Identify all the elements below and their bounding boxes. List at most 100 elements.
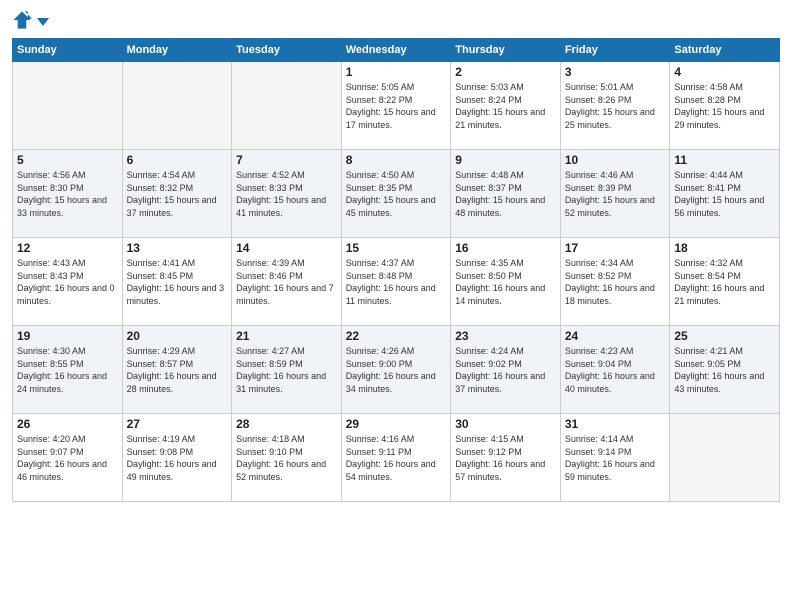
day-info: Sunrise: 4:39 AMSunset: 8:46 PMDaylight:… xyxy=(236,257,337,307)
day-number: 4 xyxy=(674,65,775,79)
calendar-cell: 23 Sunrise: 4:24 AMSunset: 9:02 PMDayligh… xyxy=(451,326,561,414)
day-info: Sunrise: 4:16 AMSunset: 9:11 PMDaylight:… xyxy=(346,433,447,483)
day-info: Sunrise: 4:19 AMSunset: 9:08 PMDaylight:… xyxy=(127,433,228,483)
day-info: Sunrise: 4:54 AMSunset: 8:32 PMDaylight:… xyxy=(127,169,228,219)
day-number: 24 xyxy=(565,329,666,343)
day-info: Sunrise: 4:18 AMSunset: 9:10 PMDaylight:… xyxy=(236,433,337,483)
calendar-cell: 13 Sunrise: 4:41 AMSunset: 8:45 PMDayligh… xyxy=(122,238,232,326)
calendar-cell: 19 Sunrise: 4:30 AMSunset: 8:55 PMDayligh… xyxy=(13,326,123,414)
calendar-cell: 6 Sunrise: 4:54 AMSunset: 8:32 PMDaylight… xyxy=(122,150,232,238)
logo-icon xyxy=(12,10,32,30)
weekday-header-tuesday: Tuesday xyxy=(232,39,342,62)
day-info: Sunrise: 4:14 AMSunset: 9:14 PMDaylight:… xyxy=(565,433,666,483)
day-info: Sunrise: 4:46 AMSunset: 8:39 PMDaylight:… xyxy=(565,169,666,219)
calendar-cell: 4Sunrise: 4:58 AMSunset: 8:28 PMDaylight… xyxy=(670,62,780,150)
day-number: 9 xyxy=(455,153,556,167)
calendar-cell: 14 Sunrise: 4:39 AMSunset: 8:46 PMDayligh… xyxy=(232,238,342,326)
day-number: 25 xyxy=(674,329,775,343)
day-number: 16 xyxy=(455,241,556,255)
weekday-header-row: SundayMondayTuesdayWednesdayThursdayFrid… xyxy=(13,39,780,62)
day-info: Sunrise: 4:34 AMSunset: 8:52 PMDaylight:… xyxy=(565,257,666,307)
weekday-header-thursday: Thursday xyxy=(451,39,561,62)
day-number: 2 xyxy=(455,65,556,79)
day-number: 8 xyxy=(346,153,447,167)
calendar-cell xyxy=(232,62,342,150)
weekday-header-wednesday: Wednesday xyxy=(341,39,451,62)
day-number: 6 xyxy=(127,153,228,167)
day-number: 28 xyxy=(236,417,337,431)
weekday-header-monday: Monday xyxy=(122,39,232,62)
day-number: 26 xyxy=(17,417,118,431)
calendar-cell: 1 Sunrise: 5:05 AMSunset: 8:22 PMDaylight… xyxy=(341,62,451,150)
calendar-cell: 15 Sunrise: 4:37 AMSunset: 8:48 PMDayligh… xyxy=(341,238,451,326)
calendar-cell: 12 Sunrise: 4:43 AMSunset: 8:43 PMDayligh… xyxy=(13,238,123,326)
day-info: Sunrise: 4:41 AMSunset: 8:45 PMDaylight:… xyxy=(127,257,228,307)
day-number: 13 xyxy=(127,241,228,255)
day-number: 14 xyxy=(236,241,337,255)
calendar-cell: 22 Sunrise: 4:26 AMSunset: 9:00 PMDayligh… xyxy=(341,326,451,414)
day-info: Sunrise: 4:27 AMSunset: 8:59 PMDaylight:… xyxy=(236,345,337,395)
day-number: 12 xyxy=(17,241,118,255)
day-number: 31 xyxy=(565,417,666,431)
day-info: Sunrise: 4:44 AMSunset: 8:41 PMDaylight:… xyxy=(674,169,775,219)
day-info: Sunrise: 5:03 AMSunset: 8:24 PMDaylight:… xyxy=(455,81,556,131)
calendar-cell: 5Sunrise: 4:56 AMSunset: 8:30 PMDaylight… xyxy=(13,150,123,238)
calendar-cell: 30 Sunrise: 4:15 AMSunset: 9:12 PMDayligh… xyxy=(451,414,561,502)
day-info: Sunrise: 4:48 AMSunset: 8:37 PMDaylight:… xyxy=(455,169,556,219)
calendar-cell: 31 Sunrise: 4:14 AMSunset: 9:14 PMDayligh… xyxy=(560,414,670,502)
day-number: 7 xyxy=(236,153,337,167)
day-number: 11 xyxy=(674,153,775,167)
calendar-cell: 26 Sunrise: 4:20 AMSunset: 9:07 PMDayligh… xyxy=(13,414,123,502)
logo-arrow-icon xyxy=(35,14,51,30)
day-number: 21 xyxy=(236,329,337,343)
day-info: Sunrise: 4:20 AMSunset: 9:07 PMDaylight:… xyxy=(17,433,118,483)
logo xyxy=(12,10,51,30)
day-info: Sunrise: 4:24 AMSunset: 9:02 PMDaylight:… xyxy=(455,345,556,395)
calendar-cell: 29 Sunrise: 4:16 AMSunset: 9:11 PMDayligh… xyxy=(341,414,451,502)
day-info: Sunrise: 4:32 AMSunset: 8:54 PMDaylight:… xyxy=(674,257,775,307)
day-info: Sunrise: 4:50 AMSunset: 8:35 PMDaylight:… xyxy=(346,169,447,219)
day-info: Sunrise: 4:37 AMSunset: 8:48 PMDaylight:… xyxy=(346,257,447,307)
day-number: 30 xyxy=(455,417,556,431)
day-number: 22 xyxy=(346,329,447,343)
day-number: 29 xyxy=(346,417,447,431)
calendar-cell: 11 Sunrise: 4:44 AMSunset: 8:41 PMDayligh… xyxy=(670,150,780,238)
day-info: Sunrise: 4:26 AMSunset: 9:00 PMDaylight:… xyxy=(346,345,447,395)
calendar-cell: 27 Sunrise: 4:19 AMSunset: 9:08 PMDayligh… xyxy=(122,414,232,502)
day-info: Sunrise: 5:05 AMSunset: 8:22 PMDaylight:… xyxy=(346,81,447,131)
weekday-header-saturday: Saturday xyxy=(670,39,780,62)
calendar-cell: 7 Sunrise: 4:52 AMSunset: 8:33 PMDaylight… xyxy=(232,150,342,238)
weekday-header-friday: Friday xyxy=(560,39,670,62)
header xyxy=(12,10,780,30)
calendar-cell: 3Sunrise: 5:01 AMSunset: 8:26 PMDaylight… xyxy=(560,62,670,150)
day-number: 23 xyxy=(455,329,556,343)
calendar-table: SundayMondayTuesdayWednesdayThursdayFrid… xyxy=(12,38,780,502)
calendar-cell: 16Sunrise: 4:35 AMSunset: 8:50 PMDayligh… xyxy=(451,238,561,326)
day-number: 17 xyxy=(565,241,666,255)
day-number: 19 xyxy=(17,329,118,343)
day-info: Sunrise: 4:52 AMSunset: 8:33 PMDaylight:… xyxy=(236,169,337,219)
day-info: Sunrise: 4:15 AMSunset: 9:12 PMDaylight:… xyxy=(455,433,556,483)
day-number: 15 xyxy=(346,241,447,255)
day-number: 10 xyxy=(565,153,666,167)
calendar-week-row: 1 Sunrise: 5:05 AMSunset: 8:22 PMDaylight… xyxy=(13,62,780,150)
weekday-header-sunday: Sunday xyxy=(13,39,123,62)
calendar-cell: 20Sunrise: 4:29 AMSunset: 8:57 PMDayligh… xyxy=(122,326,232,414)
day-info: Sunrise: 5:01 AMSunset: 8:26 PMDaylight:… xyxy=(565,81,666,131)
day-info: Sunrise: 4:56 AMSunset: 8:30 PMDaylight:… xyxy=(17,169,118,219)
day-number: 1 xyxy=(346,65,447,79)
day-info: Sunrise: 4:43 AMSunset: 8:43 PMDaylight:… xyxy=(17,257,118,307)
calendar-cell: 8 Sunrise: 4:50 AMSunset: 8:35 PMDaylight… xyxy=(341,150,451,238)
calendar-cell: 21 Sunrise: 4:27 AMSunset: 8:59 PMDayligh… xyxy=(232,326,342,414)
calendar-cell xyxy=(670,414,780,502)
day-info: Sunrise: 4:23 AMSunset: 9:04 PMDaylight:… xyxy=(565,345,666,395)
calendar-cell: 10 Sunrise: 4:46 AMSunset: 8:39 PMDayligh… xyxy=(560,150,670,238)
calendar-week-row: 12 Sunrise: 4:43 AMSunset: 8:43 PMDayligh… xyxy=(13,238,780,326)
calendar-cell: 18 Sunrise: 4:32 AMSunset: 8:54 PMDayligh… xyxy=(670,238,780,326)
day-number: 27 xyxy=(127,417,228,431)
calendar-cell: 17 Sunrise: 4:34 AMSunset: 8:52 PMDayligh… xyxy=(560,238,670,326)
day-number: 18 xyxy=(674,241,775,255)
calendar-cell: 25Sunrise: 4:21 AMSunset: 9:05 PMDayligh… xyxy=(670,326,780,414)
calendar-week-row: 26 Sunrise: 4:20 AMSunset: 9:07 PMDayligh… xyxy=(13,414,780,502)
day-info: Sunrise: 4:30 AMSunset: 8:55 PMDaylight:… xyxy=(17,345,118,395)
